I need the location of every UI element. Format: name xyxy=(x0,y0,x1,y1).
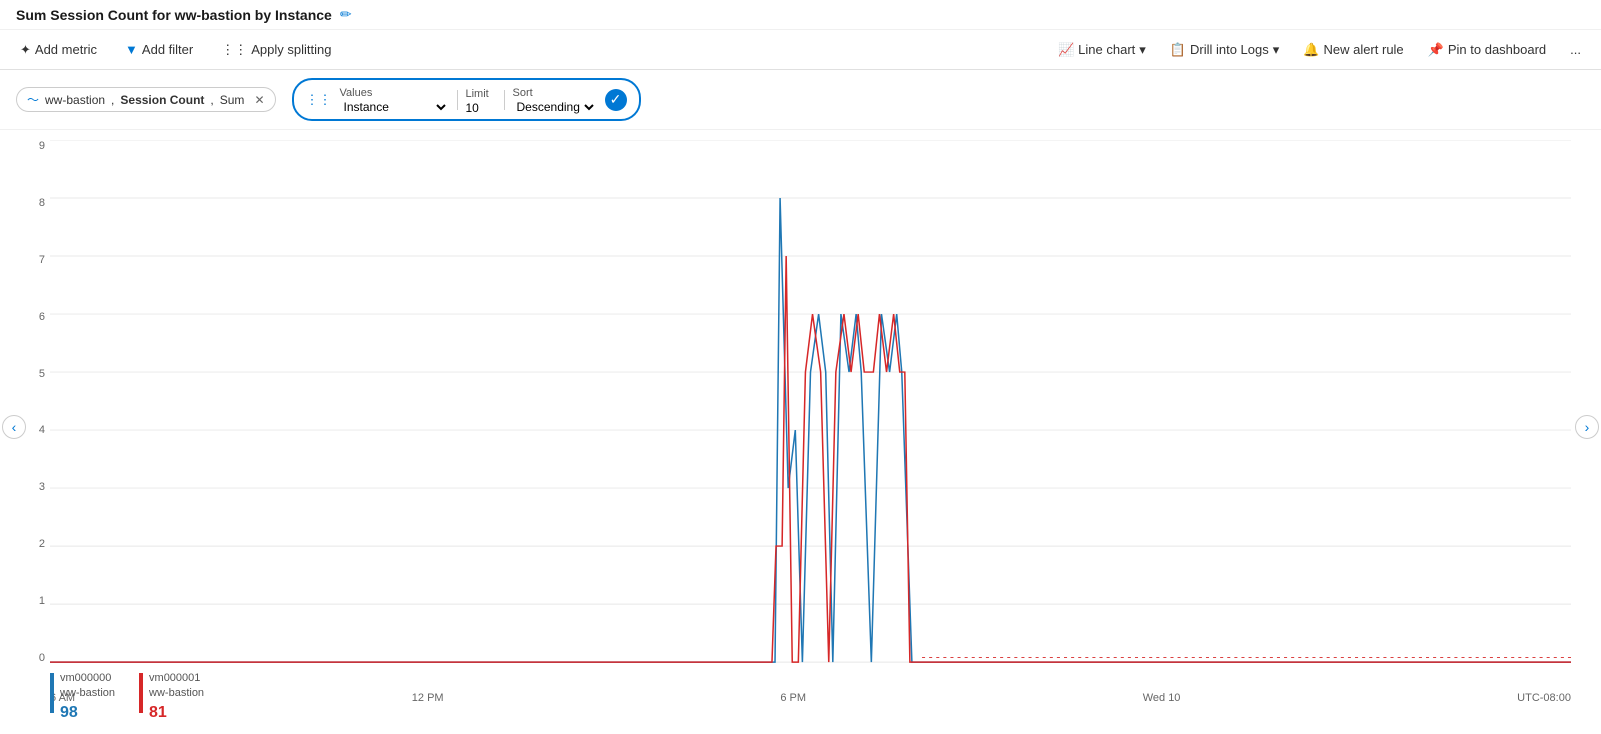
y-label-8: 8 xyxy=(10,197,45,209)
edit-title-icon[interactable]: ✏ xyxy=(340,6,352,23)
chevron-down-icon: ▾ xyxy=(1139,42,1146,58)
metric-pill: 〜 ww-bastion, Session Count, Sum ✕ xyxy=(16,87,276,112)
drill-logs-label: Drill into Logs xyxy=(1190,42,1269,57)
divider2 xyxy=(504,90,505,110)
new-alert-rule-button[interactable]: 🔔 New alert rule xyxy=(1299,40,1407,60)
limit-input[interactable] xyxy=(466,101,496,115)
x-label-6pm: 6 PM xyxy=(780,692,806,704)
x-label-utc: UTC-08:00 xyxy=(1517,692,1571,704)
chart-nav-left-button[interactable]: ‹ xyxy=(2,415,26,439)
y-label-3: 3 xyxy=(10,481,45,493)
legend-instance-blue: vm000000 xyxy=(60,671,115,686)
legend-item-red: vm000001 ww-bastion 81 xyxy=(139,671,204,724)
y-axis: 0 1 2 3 4 5 6 7 8 9 xyxy=(10,140,45,664)
values-label: Values xyxy=(340,87,373,99)
x-axis: 6 AM 12 PM 6 PM Wed 10 UTC-08:00 xyxy=(50,692,1571,704)
y-label-9: 9 xyxy=(10,140,45,152)
legend-color-blue xyxy=(50,673,54,713)
line-chart-icon: 📈 xyxy=(1058,42,1074,58)
remove-metric-button[interactable]: ✕ xyxy=(254,93,264,107)
split-icon: ⋮⋮ xyxy=(221,42,247,58)
add-metric-label: Add metric xyxy=(35,42,97,57)
drill-chevron-icon: ▾ xyxy=(1273,42,1280,58)
splitting-bar: 〜 ww-bastion, Session Count, Sum ✕ ⋮⋮ Va… xyxy=(0,70,1601,130)
sort-label: Sort xyxy=(513,87,533,99)
page-title: Sum Session Count for ww-bastion by Inst… xyxy=(16,7,332,23)
y-label-7: 7 xyxy=(10,254,45,266)
toolbar-right: 📈 Line chart ▾ 📋 Drill into Logs ▾ 🔔 New… xyxy=(1054,40,1585,60)
legend-resource-blue: ww-bastion xyxy=(60,686,115,701)
pin-icon: 📌 xyxy=(1428,42,1444,58)
legend-instance-red: vm000001 xyxy=(149,671,204,686)
legend-value-red: 81 xyxy=(149,702,204,724)
more-options-button[interactable]: ... xyxy=(1566,40,1585,59)
metric-resource: ww-bastion xyxy=(45,93,105,107)
ellipsis-icon: ... xyxy=(1570,42,1581,57)
metric-name: Session Count xyxy=(120,93,204,107)
add-metric-button[interactable]: ✦ Add metric xyxy=(16,40,101,60)
add-filter-label: Add filter xyxy=(142,42,193,57)
sort-group: Sort DescendingAscending xyxy=(513,84,597,115)
sort-select[interactable]: DescendingAscending xyxy=(513,99,597,115)
alert-icon: 🔔 xyxy=(1303,42,1319,58)
logs-icon: 📋 xyxy=(1170,42,1186,58)
metric-icon: 〜 xyxy=(27,91,39,108)
line-chart-label: Line chart xyxy=(1078,42,1135,57)
add-filter-button[interactable]: ▼ Add filter xyxy=(121,40,197,59)
legend: vm000000 ww-bastion 98 vm000001 ww-basti… xyxy=(50,671,204,724)
apply-splitting-label: Apply splitting xyxy=(251,42,331,57)
grid-lines xyxy=(50,140,1571,662)
metric-aggregation: Sum xyxy=(220,93,245,107)
chart-area: ‹ › 0 1 2 3 4 5 6 7 8 9 xyxy=(0,130,1601,724)
splitting-icon: ⋮⋮ xyxy=(306,92,332,108)
chart-canvas xyxy=(50,140,1571,664)
chart-svg xyxy=(50,140,1571,664)
toolbar-left: ✦ Add metric ▼ Add filter ⋮⋮ Apply split… xyxy=(16,40,335,60)
filter-icon: ▼ xyxy=(125,42,138,57)
x-label-wed10: Wed 10 xyxy=(1143,692,1181,704)
y-label-1: 1 xyxy=(10,595,45,607)
title-bar: Sum Session Count for ww-bastion by Inst… xyxy=(0,0,1601,30)
values-group: Values InstanceResource GroupSubscriptio… xyxy=(340,84,449,115)
series-red xyxy=(50,256,1571,662)
pin-dashboard-label: Pin to dashboard xyxy=(1448,42,1546,57)
y-label-0: 0 xyxy=(10,652,45,664)
x-label-12pm: 12 PM xyxy=(412,692,444,704)
legend-text-blue: vm000000 ww-bastion 98 xyxy=(60,671,115,724)
new-alert-rule-label: New alert rule xyxy=(1323,42,1403,57)
legend-value-blue: 98 xyxy=(60,702,115,724)
y-label-6: 6 xyxy=(10,311,45,323)
pin-dashboard-button[interactable]: 📌 Pin to dashboard xyxy=(1424,40,1550,60)
drill-logs-button[interactable]: 📋 Drill into Logs ▾ xyxy=(1166,40,1283,60)
legend-text-red: vm000001 ww-bastion 81 xyxy=(149,671,204,724)
limit-group: Limit xyxy=(466,85,496,115)
add-metric-icon: ✦ xyxy=(20,42,31,58)
line-chart-button[interactable]: 📈 Line chart ▾ xyxy=(1054,40,1150,60)
y-label-2: 2 xyxy=(10,538,45,550)
limit-label: Limit xyxy=(466,88,489,100)
apply-splitting-button[interactable]: ⋮⋮ Apply splitting xyxy=(217,40,335,60)
values-select[interactable]: InstanceResource GroupSubscription xyxy=(340,99,449,115)
toolbar: ✦ Add metric ▼ Add filter ⋮⋮ Apply split… xyxy=(0,30,1601,70)
legend-color-red xyxy=(139,673,143,713)
splitting-controls: ⋮⋮ Values InstanceResource GroupSubscrip… xyxy=(292,78,641,121)
chart-nav-right-button[interactable]: › xyxy=(1575,415,1599,439)
divider xyxy=(457,90,458,110)
apply-splitting-confirm-button[interactable]: ✓ xyxy=(605,89,627,111)
legend-item-blue: vm000000 ww-bastion 98 xyxy=(50,671,115,724)
legend-resource-red: ww-bastion xyxy=(149,686,204,701)
y-label-5: 5 xyxy=(10,368,45,380)
